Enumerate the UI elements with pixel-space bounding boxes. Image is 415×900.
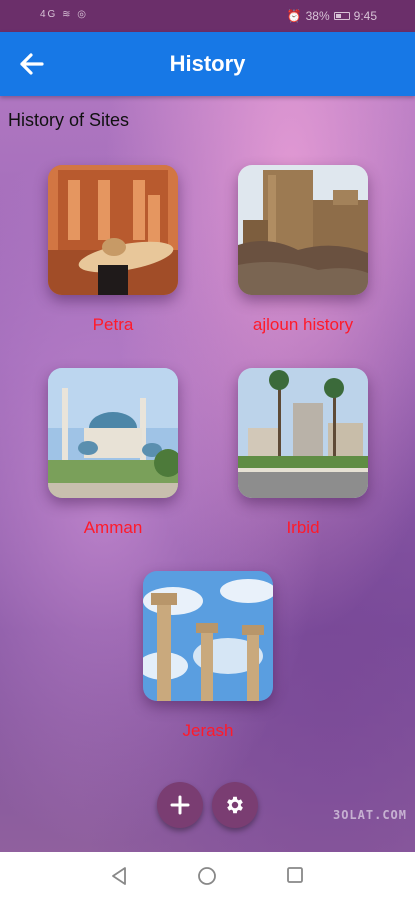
alarm-icon: ⏰ [286,9,302,23]
battery-icon [333,12,350,20]
status-right: ⏰ 38% 9:45 [287,9,377,23]
site-tile-jerash[interactable]: Jerash [143,571,273,741]
battery-percent: 38% [305,9,330,23]
back-triangle-icon [112,867,126,885]
recents-square-icon [287,867,303,883]
site-image-jerash[interactable] [143,571,273,701]
watermark: 3OLAT.COM [332,808,407,822]
nav-back-button[interactable] [110,866,128,891]
site-image-petra[interactable] [48,165,178,295]
signal-icons: 4G ≋ ◎ [40,9,89,20]
site-label-ajloun[interactable]: ajloun history [238,315,368,335]
site-label-jerash[interactable]: Jerash [143,721,273,741]
site-image-ajloun[interactable] [238,165,368,295]
status-bar: 4G ≋ ◎ ⏰ 38% 9:45 [0,0,415,32]
site-image-irbid[interactable] [238,368,368,498]
site-label-petra[interactable]: Petra [48,315,178,335]
plus-icon [170,795,190,815]
site-image-amman[interactable] [48,368,178,498]
system-nav-bar [0,852,415,900]
site-tile-amman[interactable]: Amman [48,368,178,538]
nav-recents-button[interactable] [286,866,304,889]
site-label-amman[interactable]: Amman [48,518,178,538]
page-title: History [169,51,246,76]
home-circle-icon [198,867,216,885]
site-tile-ajloun[interactable]: ajloun history [238,165,368,335]
site-label-irbid[interactable]: Irbid [238,518,368,538]
site-tile-petra[interactable]: Petra [48,165,178,335]
settings-button[interactable] [212,782,258,828]
gear-icon [227,796,243,814]
section-title: History of Sites [8,110,130,130]
nav-home-button[interactable] [197,866,217,891]
site-tile-irbid[interactable]: Irbid [238,368,368,538]
clock: 9:45 [353,9,377,23]
add-button[interactable] [157,782,203,828]
app-bar: History [0,32,415,96]
